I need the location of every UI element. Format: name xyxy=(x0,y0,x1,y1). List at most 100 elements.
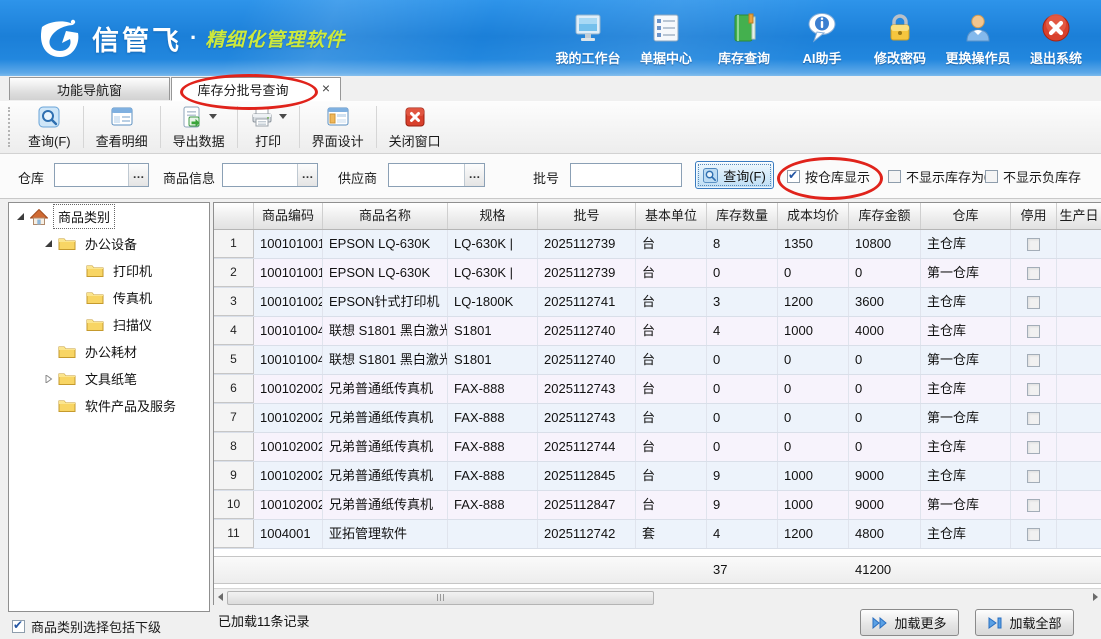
warehouse-input[interactable] xyxy=(55,164,128,186)
hide-zero-stock-checkbox[interactable]: 不显示库存为0 xyxy=(888,167,991,186)
cell-cost: 0 xyxy=(778,404,849,432)
hide-negative-stock-checkbox[interactable]: 不显示负库存 xyxy=(985,167,1081,186)
toolbar-close-window-button[interactable]: 关闭窗口 xyxy=(380,102,450,153)
show-by-warehouse-checkbox[interactable]: 按仓库显示 xyxy=(787,167,870,186)
password-lock-icon xyxy=(883,11,917,45)
checkbox-icon[interactable] xyxy=(888,170,901,183)
disabled-checkbox-icon[interactable] xyxy=(1027,238,1040,251)
disabled-checkbox-icon[interactable] xyxy=(1027,528,1040,541)
horizontal-scrollbar[interactable] xyxy=(214,588,1101,605)
table-row[interactable]: 9100102002兄弟普通纸传真机FAX-8882025112845台9100… xyxy=(214,462,1101,491)
folder-icon xyxy=(58,344,76,360)
tab-function-navigator[interactable]: 功能导航窗 xyxy=(9,77,170,100)
supplier-input[interactable] xyxy=(389,164,464,186)
disabled-checkbox-icon[interactable] xyxy=(1027,470,1040,483)
column-header[interactable]: 生产日 xyxy=(1057,203,1101,229)
nav-switch-operator[interactable]: 更换操作员 xyxy=(939,11,1017,67)
toolbar-query-button[interactable]: 查询(F) xyxy=(19,102,80,153)
warehouse-picker-button[interactable]: … xyxy=(128,164,148,186)
cell-batch: 2025112845 xyxy=(538,462,636,490)
column-header[interactable]: 成本均价 xyxy=(778,203,849,229)
product-info-input[interactable] xyxy=(223,164,297,186)
disabled-checkbox-icon[interactable] xyxy=(1027,325,1040,338)
disabled-checkbox-icon[interactable] xyxy=(1027,441,1040,454)
scroll-right-arrow-icon[interactable] xyxy=(1093,593,1098,601)
column-header[interactable]: 商品编码 xyxy=(254,203,323,229)
include-subcategories-checkbox[interactable]: 商品类别选择包括下级 xyxy=(12,617,161,636)
column-header[interactable]: 仓库 xyxy=(921,203,1011,229)
disabled-checkbox-icon[interactable] xyxy=(1027,499,1040,512)
column-header[interactable]: 商品名称 xyxy=(323,203,448,229)
disabled-checkbox-icon[interactable] xyxy=(1027,412,1040,425)
supplier-picker-button[interactable]: … xyxy=(464,164,484,186)
query-submit-button[interactable]: 查询(F) xyxy=(695,161,774,189)
column-header[interactable]: 库存数量 xyxy=(707,203,778,229)
tree-item-category-root[interactable]: 商品类别 xyxy=(9,203,209,230)
toolbar-ui-design-button[interactable]: 界面设计 xyxy=(303,102,373,153)
column-header[interactable]: 批号 xyxy=(538,203,636,229)
column-header[interactable]: 停用 xyxy=(1011,203,1057,229)
tree-expanded-icon[interactable] xyxy=(15,211,27,223)
tree-item-fax-machines[interactable]: 传真机 xyxy=(9,284,209,311)
cell-disabled xyxy=(1011,317,1057,345)
toolbar-grip-handle[interactable] xyxy=(8,107,13,147)
tree-item-office-consumables[interactable]: 办公耗材 xyxy=(9,338,209,365)
cell-qty: 0 xyxy=(707,433,778,461)
tree-item-software-products[interactable]: 软件产品及服务 xyxy=(9,392,209,419)
table-row[interactable]: 6100102002兄弟普通纸传真机FAX-8882025112743台000主… xyxy=(214,375,1101,404)
table-row[interactable]: 2100101001EPSON LQ-630KLQ-630K |20251127… xyxy=(214,259,1101,288)
toolbar-print-button[interactable]: 打印 xyxy=(241,102,296,153)
column-header[interactable]: 库存金额 xyxy=(849,203,921,229)
column-header[interactable]: 基本单位 xyxy=(636,203,707,229)
disabled-checkbox-icon[interactable] xyxy=(1027,296,1040,309)
tree-item-office-equipment[interactable]: 办公设备 xyxy=(9,230,209,257)
nav-change-password[interactable]: 修改密码 xyxy=(861,11,939,67)
table-row[interactable]: 10100102002兄弟普通纸传真机FAX-8882025112847台910… xyxy=(214,491,1101,520)
column-header[interactable]: 规格 xyxy=(448,203,538,229)
tree-item-stationery[interactable]: 文具纸笔 xyxy=(9,365,209,392)
table-row[interactable]: 3100101002EPSON针式打印机LQ-1800K2025112741台3… xyxy=(214,288,1101,317)
batch-input[interactable] xyxy=(571,164,681,186)
disabled-checkbox-icon[interactable] xyxy=(1027,383,1040,396)
cell-qty: 4 xyxy=(707,317,778,345)
tab-stock-batch-query[interactable]: 库存分批号查询 × xyxy=(171,77,341,101)
print-dropdown-caret-icon[interactable] xyxy=(279,114,287,119)
table-row[interactable]: 111004001亚拓管理软件2025112742套412004800主仓库 xyxy=(214,520,1101,549)
cell-name: 兄弟普通纸传真机 xyxy=(323,433,448,461)
disabled-checkbox-icon[interactable] xyxy=(1027,354,1040,367)
cell-qty: 4 xyxy=(707,520,778,548)
nav-exit-system[interactable]: 退出系统 xyxy=(1017,11,1095,67)
tree-item-scanners[interactable]: 扫描仪 xyxy=(9,311,209,338)
nav-ai-assistant[interactable]: AI助手 xyxy=(783,11,861,67)
tab-close-icon[interactable]: × xyxy=(322,80,330,96)
scrollbar-thumb[interactable] xyxy=(227,591,654,605)
nav-my-workbench[interactable]: 我的工作台 xyxy=(549,11,627,67)
checkbox-icon[interactable] xyxy=(12,620,25,633)
product-picker-button[interactable]: … xyxy=(297,164,317,186)
nav-inventory-query[interactable]: 库存查询 xyxy=(705,11,783,67)
table-row[interactable]: 4100101004联想 S1801 黑白激光S18012025112740台4… xyxy=(214,317,1101,346)
toolbar-export-button[interactable]: 导出数据 xyxy=(164,102,234,153)
cell-unit: 台 xyxy=(636,375,707,403)
export-dropdown-caret-icon[interactable] xyxy=(209,114,217,119)
table-row[interactable]: 5100101004联想 S1801 黑白激光S18012025112740台0… xyxy=(214,346,1101,375)
table-row[interactable]: 1100101001EPSON LQ-630KLQ-630K |20251127… xyxy=(214,230,1101,259)
table-row[interactable]: 8100102002兄弟普通纸传真机FAX-8882025112744台000主… xyxy=(214,433,1101,462)
cell-spec: LQ-1800K xyxy=(448,288,538,316)
load-all-button[interactable]: 加载全部 xyxy=(975,609,1074,636)
cell-amount: 4000 xyxy=(849,317,921,345)
checkbox-icon[interactable] xyxy=(985,170,998,183)
checkbox-icon[interactable] xyxy=(787,170,800,183)
cell-amount: 4800 xyxy=(849,520,921,548)
toolbar-view-detail-button[interactable]: 查看明细 xyxy=(87,102,157,153)
tree-collapsed-icon[interactable] xyxy=(43,373,55,385)
tree-item-printers[interactable]: 打印机 xyxy=(9,257,209,284)
scroll-left-arrow-icon[interactable] xyxy=(218,593,223,601)
cell-spec: LQ-630K | xyxy=(448,259,538,287)
tree-expanded-icon[interactable] xyxy=(43,238,55,250)
load-more-button[interactable]: 加载更多 xyxy=(860,609,959,636)
nav-document-center[interactable]: 单据中心 xyxy=(627,11,705,67)
disabled-checkbox-icon[interactable] xyxy=(1027,267,1040,280)
table-row[interactable]: 7100102002兄弟普通纸传真机FAX-8882025112743台000第… xyxy=(214,404,1101,433)
cell-warehouse: 主仓库 xyxy=(921,230,1011,258)
